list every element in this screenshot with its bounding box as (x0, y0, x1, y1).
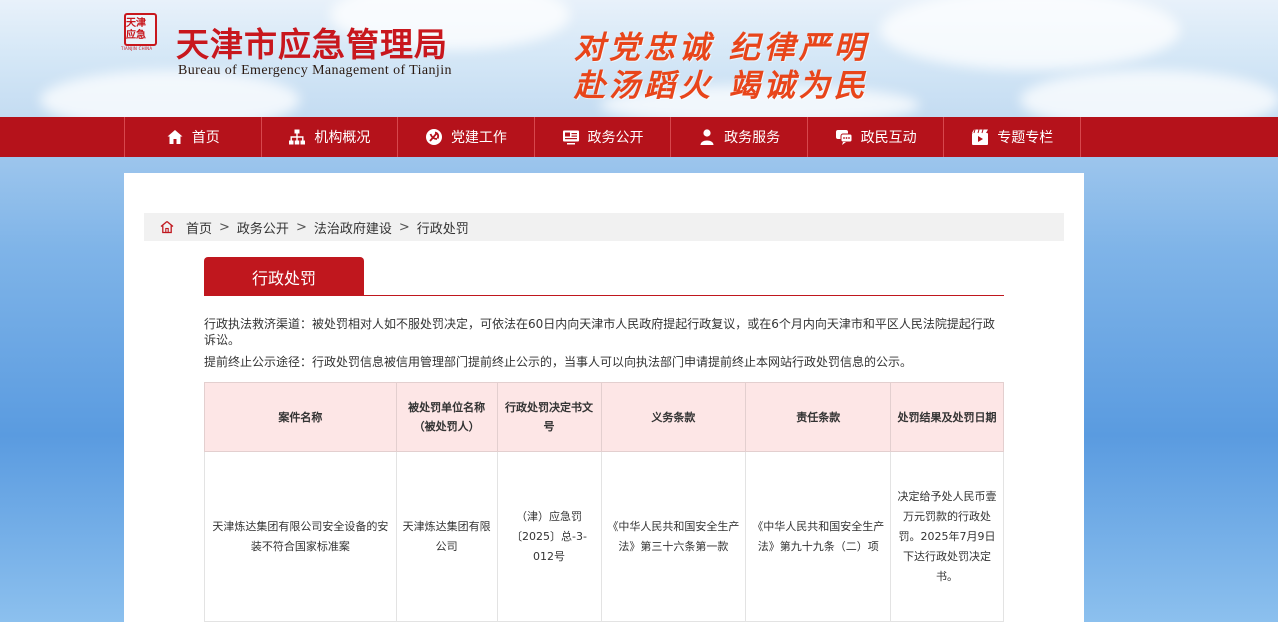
cloud-decoration (1020, 70, 1278, 117)
early-termination-notice: 提前终止公示途径：行政处罚信息被信用管理部门提前终止公示的，当事人可以向执法部门… (204, 355, 913, 369)
column-header-obligation-clause: 义务条款 (600, 382, 747, 452)
cell-liability-clause: 《中华人民共和国安全生产法》第九十九条（二）项 (745, 451, 892, 622)
chat-icon (835, 128, 853, 146)
site-title-english: Bureau of Emergency Management of Tianji… (178, 63, 452, 78)
nav-item-interaction[interactable]: 政民互动 (808, 117, 945, 157)
nav-item-label: 党建工作 (450, 130, 507, 146)
film-icon (971, 128, 989, 146)
party-emblem-icon (425, 128, 443, 146)
person-icon (698, 128, 716, 146)
content-panel: 首页 > 政务公开 > 法治政府建设 > 行政处罚 行政处罚 行政执法救济渠道：… (124, 173, 1084, 622)
column-header-penalized-party: 被处罚单位名称（被处罚人） (395, 382, 498, 452)
bureau-logo-seal[interactable]: 天津应急 (124, 13, 157, 46)
nav-item-gov-services[interactable]: 政务服务 (671, 117, 808, 157)
table-header-row: 案件名称 被处罚单位名称（被处罚人） 行政处罚决定书文号 义务条款 责任条款 处… (204, 382, 1004, 452)
org-chart-icon (288, 128, 306, 146)
home-icon (166, 128, 184, 146)
cell-case-name: 天津炼达集团有限公司安全设备的安装不符合国家标准案 (204, 451, 397, 622)
cloud-decoration (880, 0, 1180, 70)
breadcrumb-separator: > (219, 219, 230, 235)
nav-item-organization[interactable]: 机构概况 (262, 117, 399, 157)
breadcrumb: 首页 > 政务公开 > 法治政府建设 > 行政处罚 (144, 213, 1064, 241)
column-header-liability-clause: 责任条款 (745, 382, 892, 452)
column-header-case-name: 案件名称 (204, 382, 397, 452)
nav-item-label: 首页 (191, 130, 220, 146)
penalty-records-table: 案件名称 被处罚单位名称（被处罚人） 行政处罚决定书文号 义务条款 责任条款 处… (204, 382, 1004, 622)
cell-result-date: 决定给予处人民币壹万元罚款的行政处罚。2025年7月9日下达行政处罚决定书。 (890, 451, 1004, 622)
nav-item-party-building[interactable]: 党建工作 (398, 117, 535, 157)
main-nav: 首页 机构概况 党建工作 政务公开 政务服务 政民互动 专题专栏 (0, 117, 1278, 157)
column-header-decision-number: 行政处罚决定书文号 (496, 382, 602, 452)
cell-decision-number: （津）应急罚〔2025〕总-3-012号 (496, 451, 602, 622)
nav-item-special-topics[interactable]: 专题专栏 (944, 117, 1082, 157)
cell-penalized-party: 天津炼达集团有限公司 (395, 451, 498, 622)
nav-item-home[interactable]: 首页 (125, 117, 262, 157)
slogan-line-2: 赴汤蹈火 竭诚为民 (574, 68, 869, 104)
cell-obligation-clause: 《中华人民共和国安全生产法》第三十六条第一款 (600, 451, 747, 622)
section-title-tab: 行政处罚 (204, 257, 364, 296)
logo-subtext: TIANJIN CHINA (121, 46, 153, 51)
table-row: 天津炼达集团有限公司安全设备的安装不符合国家标准案 天津炼达集团有限公司 （津）… (204, 451, 1004, 622)
nav-item-label: 政务公开 (587, 130, 644, 146)
breadcrumb-separator: > (295, 219, 307, 235)
site-title: 天津市应急管理局 (176, 25, 448, 64)
nav-item-label: 政务服务 (724, 130, 781, 146)
breadcrumb-gov-affairs[interactable]: 政务公开 (237, 218, 289, 237)
remedy-channel-notice: 行政执法救济渠道：被处罚相对人如不服处罚决定，可依法在60日内向天津市人民政府提… (204, 317, 995, 347)
breadcrumb-current[interactable]: 行政处罚 (417, 218, 469, 237)
breadcrumb-separator: > (398, 219, 410, 235)
nav-item-label: 机构概况 (314, 130, 371, 146)
site-header: 天津应急 TIANJIN CHINA 天津市应急管理局 Bureau of Em… (0, 0, 1278, 117)
home-icon[interactable] (160, 220, 174, 234)
breadcrumb-home[interactable]: 首页 (186, 218, 212, 237)
screen-icon (562, 128, 580, 146)
nav-item-gov-affairs[interactable]: 政务公开 (535, 117, 672, 157)
breadcrumb-rule-of-law[interactable]: 法治政府建设 (314, 218, 392, 237)
section-divider (204, 295, 1004, 296)
nav-item-label: 专题专栏 (997, 130, 1054, 146)
column-header-result-date: 处罚结果及处罚日期 (890, 382, 1004, 452)
nav-item-label: 政民互动 (860, 130, 917, 146)
